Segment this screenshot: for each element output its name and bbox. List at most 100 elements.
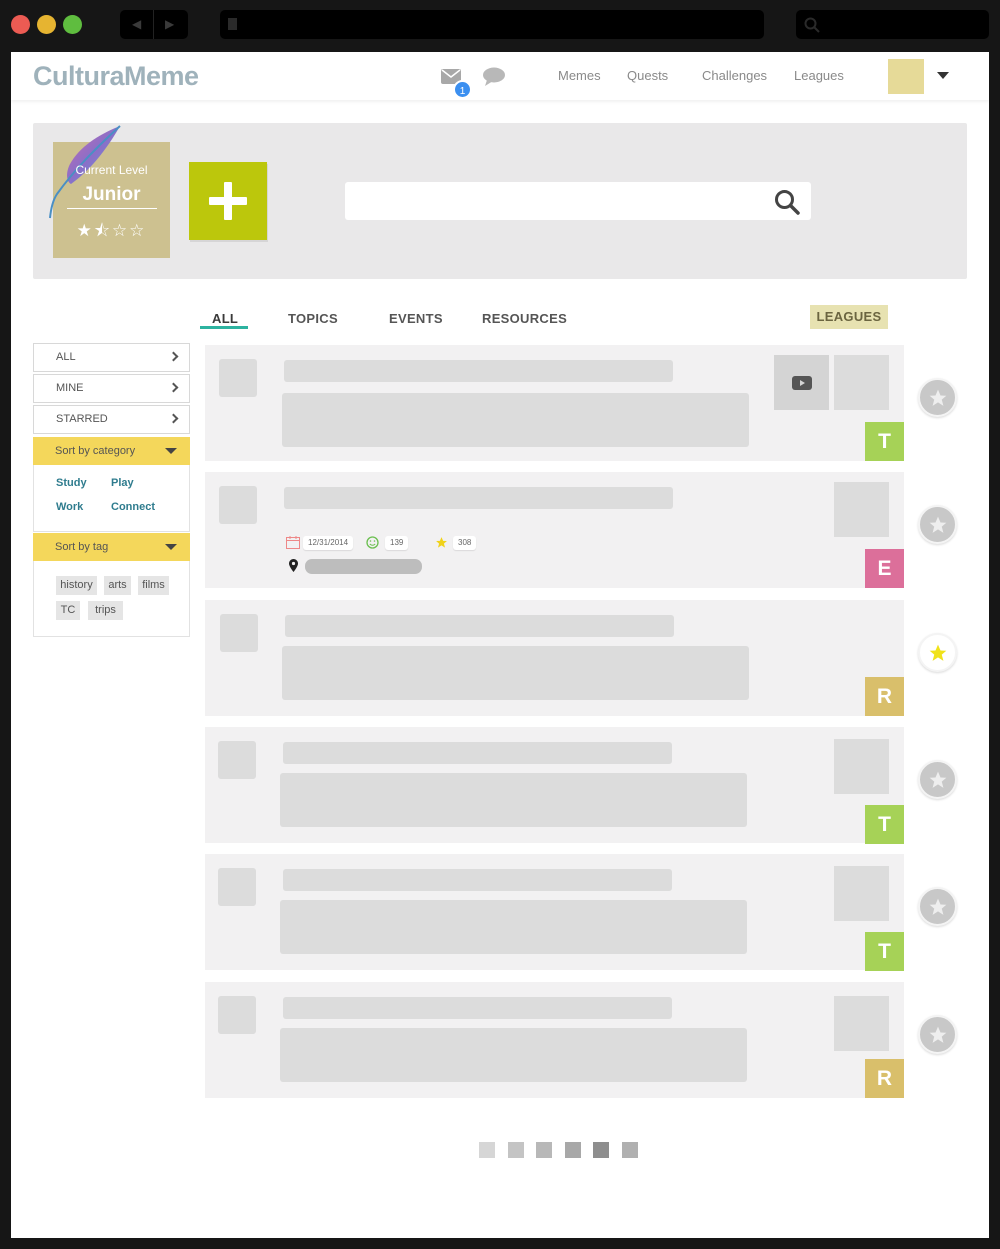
page-dot-2[interactable] bbox=[507, 1142, 524, 1158]
star-button[interactable] bbox=[918, 1015, 957, 1054]
card-title-placeholder bbox=[284, 487, 673, 509]
feed-card[interactable]: R bbox=[205, 600, 904, 716]
sort-label: Sort by category bbox=[55, 445, 136, 457]
category-list: Study Play Work Connect bbox=[33, 465, 190, 532]
tab-resources[interactable]: RESOURCES bbox=[482, 311, 567, 326]
nav-memes[interactable]: Memes bbox=[558, 68, 601, 83]
tag-history[interactable]: history bbox=[56, 576, 97, 595]
leagues-button[interactable]: LEAGUES bbox=[810, 305, 888, 329]
card-media bbox=[834, 355, 889, 410]
category-play[interactable]: Play bbox=[111, 477, 134, 489]
active-tab-indicator bbox=[200, 326, 248, 329]
video-preview[interactable] bbox=[774, 355, 829, 410]
filter-label: MINE bbox=[56, 382, 84, 394]
page-dot-4[interactable] bbox=[564, 1142, 581, 1158]
address-bar[interactable] bbox=[220, 10, 764, 39]
card-type-badge: T bbox=[865, 422, 904, 461]
card-media bbox=[834, 482, 889, 537]
search-icon bbox=[804, 17, 820, 33]
page-dot-5[interactable] bbox=[593, 1142, 609, 1158]
search-box bbox=[345, 182, 811, 220]
notification-badge: 1 bbox=[453, 80, 472, 99]
feed-card[interactable]: T bbox=[205, 727, 904, 844]
feed-card[interactable]: T bbox=[205, 854, 904, 971]
filter-all[interactable]: ALL bbox=[33, 343, 190, 372]
tab-topics[interactable]: TOPICS bbox=[288, 311, 338, 326]
page-icon bbox=[228, 18, 237, 30]
filter-mine[interactable]: MINE bbox=[33, 374, 190, 403]
location-pin-icon bbox=[289, 559, 298, 572]
nav-challenges[interactable]: Challenges bbox=[702, 68, 767, 83]
tab-events[interactable]: EVENTS bbox=[389, 311, 443, 326]
card-body-placeholder bbox=[280, 773, 747, 827]
caret-down-icon bbox=[165, 448, 177, 454]
category-work[interactable]: Work bbox=[56, 501, 83, 513]
card-title-placeholder bbox=[285, 615, 674, 637]
search-icon[interactable] bbox=[774, 189, 800, 215]
card-thumbnail bbox=[220, 614, 258, 652]
calendar-icon bbox=[286, 536, 300, 549]
maximize-window-button[interactable] bbox=[63, 15, 82, 34]
tag-films[interactable]: films bbox=[138, 576, 169, 595]
feed-card[interactable]: 12/31/2014 139 308 E bbox=[205, 472, 904, 588]
star-button[interactable] bbox=[918, 760, 957, 799]
card-thumbnail bbox=[219, 359, 257, 397]
avatar[interactable] bbox=[888, 59, 924, 94]
location-placeholder bbox=[305, 559, 422, 574]
feed-card[interactable]: R bbox=[205, 982, 904, 1098]
browser-nav-buttons: ◀ ▶ bbox=[120, 10, 188, 39]
back-arrow-icon[interactable]: ◀ bbox=[132, 17, 141, 31]
category-connect[interactable]: Connect bbox=[111, 501, 155, 513]
page-dot-3[interactable] bbox=[536, 1142, 552, 1158]
chevron-down-icon[interactable] bbox=[937, 72, 949, 79]
tag-arts[interactable]: arts bbox=[104, 576, 131, 595]
close-window-button[interactable] bbox=[11, 15, 30, 34]
tag-tc[interactable]: TC bbox=[56, 601, 80, 620]
star-button[interactable] bbox=[918, 633, 957, 672]
star-icon bbox=[929, 516, 947, 533]
likes-count: 139 bbox=[385, 536, 409, 550]
card-media bbox=[834, 739, 889, 794]
caret-down-icon bbox=[165, 544, 177, 550]
divider bbox=[67, 208, 157, 209]
tab-all[interactable]: ALL bbox=[212, 311, 238, 326]
smiley-icon bbox=[366, 536, 379, 549]
logo[interactable]: CulturaMeme bbox=[33, 61, 199, 92]
star-button[interactable] bbox=[918, 887, 957, 926]
card-thumbnail bbox=[218, 996, 256, 1034]
play-icon bbox=[792, 376, 812, 390]
chat-icon[interactable] bbox=[482, 67, 506, 87]
sort-by-tag[interactable]: Sort by tag bbox=[33, 533, 190, 562]
event-date: 12/31/2014 bbox=[303, 536, 354, 550]
chevron-right-icon bbox=[168, 413, 179, 424]
forward-arrow-icon[interactable]: ▶ bbox=[165, 17, 174, 31]
card-type-badge: T bbox=[865, 805, 904, 844]
card-title-placeholder bbox=[283, 997, 672, 1019]
add-button[interactable] bbox=[189, 162, 267, 240]
chevron-right-icon bbox=[168, 382, 179, 393]
level-card: Current Level Junior ★⯪☆☆ bbox=[49, 125, 170, 258]
star-button[interactable] bbox=[918, 378, 957, 417]
card-body-placeholder bbox=[280, 900, 747, 954]
browser-search-bar[interactable] bbox=[796, 10, 989, 39]
category-study[interactable]: Study bbox=[56, 477, 87, 489]
feed-card[interactable]: T bbox=[205, 345, 904, 461]
filter-starred[interactable]: STARRED bbox=[33, 405, 190, 434]
star-icon bbox=[436, 537, 447, 548]
level-name: Junior bbox=[82, 184, 141, 205]
card-title-placeholder bbox=[283, 869, 672, 891]
star-button[interactable] bbox=[918, 505, 957, 544]
page-dot-1[interactable] bbox=[479, 1142, 495, 1158]
tag-trips[interactable]: trips bbox=[88, 601, 123, 620]
nav-quests[interactable]: Quests bbox=[627, 68, 668, 83]
page-dot-6[interactable] bbox=[621, 1142, 638, 1158]
stars-count: 308 bbox=[453, 536, 477, 550]
nav-leagues[interactable]: Leagues bbox=[794, 68, 844, 83]
card-type-badge: R bbox=[865, 1059, 904, 1098]
chevron-right-icon bbox=[168, 351, 179, 362]
page: CulturaMeme 1 Memes Quests Challenges Le… bbox=[11, 52, 989, 1238]
minimize-window-button[interactable] bbox=[37, 15, 56, 34]
search-input[interactable] bbox=[345, 182, 765, 220]
sort-label: Sort by tag bbox=[55, 541, 109, 553]
sort-by-category[interactable]: Sort by category bbox=[33, 437, 190, 466]
